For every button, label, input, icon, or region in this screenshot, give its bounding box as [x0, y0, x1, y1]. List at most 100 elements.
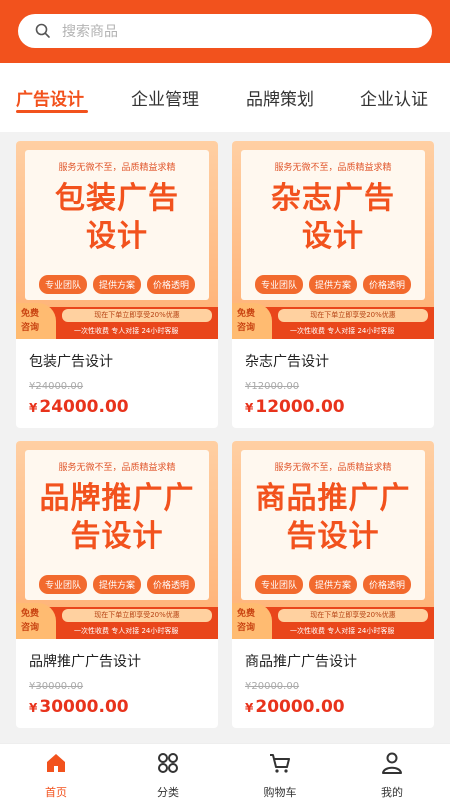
- sale-price-value: 24000.00: [39, 397, 129, 417]
- promo-text: 现在下单立即享受20%优惠: [278, 309, 428, 322]
- pill-plan: 提供方案: [92, 275, 141, 294]
- pill-plan: 提供方案: [308, 575, 357, 594]
- home-icon: [47, 754, 65, 772]
- tab-brand-planning[interactable]: 品牌策划: [246, 85, 314, 110]
- poster-title: 商品推广广 告设计: [241, 480, 425, 556]
- currency-symbol: ¥: [245, 701, 254, 715]
- pill-price: 价格透明: [147, 575, 196, 594]
- tab-enterprise-certification[interactable]: 企业认证: [360, 85, 428, 110]
- nav-profile-label: 我的: [381, 786, 403, 799]
- nav-cart-label: 购物车: [263, 786, 297, 799]
- category-icon: [158, 753, 178, 773]
- promo-text: 现在下单立即享受20%优惠: [278, 609, 428, 622]
- original-price: ¥24000.00: [29, 381, 84, 392]
- poster-title-line2: 告设计: [70, 519, 164, 554]
- service-text: 一次性收费 专人对接 24小时客服: [290, 627, 395, 635]
- poster-title-line2: 设计: [302, 219, 364, 254]
- consult-line1: 免费: [21, 309, 40, 319]
- poster-pills: 专业团队 提供方案 价格透明: [232, 275, 434, 294]
- consult-line2: 咨询: [21, 323, 40, 333]
- promo-text: 现在下单立即享受20%优惠: [62, 609, 212, 622]
- product-card[interactable]: 服务无微不至，品质精益求精 品牌推广广 告设计 专业团队 提供方案 价格透明 现…: [16, 441, 218, 728]
- poster-slogan: 服务无微不至，品质精益求精: [58, 463, 176, 473]
- header-bar: 搜索商品: [0, 0, 450, 63]
- pill-team: 专业团队: [38, 575, 87, 594]
- user-icon: [382, 752, 402, 774]
- pill-team: 专业团队: [254, 575, 303, 594]
- currency-symbol: ¥: [29, 401, 38, 415]
- poster-title-line1: 品牌推广广: [39, 481, 195, 516]
- sale-price: ¥30000.00: [29, 697, 129, 717]
- service-text: 一次性收费 专人对接 24小时客服: [74, 627, 179, 635]
- poster-pills: 专业团队 提供方案 价格透明: [16, 275, 218, 294]
- nav-home[interactable]: 首页: [0, 744, 112, 800]
- sale-price: ¥24000.00: [29, 397, 129, 417]
- original-price: ¥30000.00: [29, 681, 84, 692]
- product-name: 杂志广告设计: [245, 354, 329, 370]
- active-tab-indicator: [16, 110, 88, 113]
- product-name: 包装广告设计: [29, 354, 113, 370]
- poster-title-line1: 包装广告: [55, 181, 179, 216]
- free-consult-badge: 免费 咨询: [16, 603, 56, 639]
- poster-title-line2: 设计: [86, 219, 148, 254]
- poster-pills: 专业团队 提供方案 价格透明: [232, 575, 434, 594]
- consult-line2: 咨询: [237, 323, 256, 333]
- original-price: ¥12000.00: [245, 381, 300, 392]
- consult-line1: 免费: [237, 309, 256, 319]
- product-name: 商品推广广告设计: [245, 654, 357, 670]
- poster-title: 品牌推广广 告设计: [25, 480, 209, 556]
- free-consult-badge: 免费 咨询: [16, 303, 56, 339]
- product-card[interactable]: 服务无微不至，品质精益求精 杂志广告 设计 专业团队 提供方案 价格透明 现在下…: [232, 141, 434, 428]
- search-placeholder: 搜索商品: [62, 24, 118, 40]
- nav-home-label: 首页: [45, 786, 67, 799]
- consult-line1: 免费: [21, 609, 40, 619]
- product-poster: 服务无微不至，品质精益求精 商品推广广 告设计 专业团队 提供方案 价格透明 现…: [232, 441, 434, 639]
- pill-team: 专业团队: [38, 275, 87, 294]
- pill-price: 价格透明: [363, 575, 412, 594]
- poster-pills: 专业团队 提供方案 价格透明: [16, 575, 218, 594]
- poster-slogan: 服务无微不至，品质精益求精: [274, 163, 392, 173]
- sale-price: ¥12000.00: [245, 397, 345, 417]
- poster-title-line2: 告设计: [286, 519, 380, 554]
- promo-text: 现在下单立即享受20%优惠: [62, 309, 212, 322]
- poster-slogan: 服务无微不至，品质精益求精: [58, 163, 176, 173]
- service-text: 一次性收费 专人对接 24小时客服: [290, 327, 395, 335]
- product-poster: 服务无微不至，品质精益求精 品牌推广广 告设计 专业团队 提供方案 价格透明 现…: [16, 441, 218, 639]
- poster-title-line1: 杂志广告: [271, 181, 395, 216]
- consult-line2: 咨询: [237, 623, 256, 633]
- nav-category[interactable]: 分类: [112, 744, 224, 800]
- nav-category-label: 分类: [157, 786, 179, 799]
- search-input[interactable]: 搜索商品: [18, 14, 432, 48]
- sale-price: ¥20000.00: [245, 697, 345, 717]
- poster-title: 包装广告 设计: [25, 180, 209, 256]
- cart-icon: [270, 754, 290, 773]
- category-tabs: 广告设计 企业管理 品牌策划 企业认证: [0, 63, 450, 132]
- free-consult-badge: 免费 咨询: [232, 303, 272, 339]
- original-price: ¥20000.00: [245, 681, 300, 692]
- product-card[interactable]: 服务无微不至，品质精益求精 包装广告 设计 专业团队 提供方案 价格透明 现在下…: [16, 141, 218, 428]
- free-consult-badge: 免费 咨询: [232, 603, 272, 639]
- consult-line2: 咨询: [21, 623, 40, 633]
- pill-price: 价格透明: [363, 275, 412, 294]
- poster-title-line1: 商品推广广: [255, 481, 411, 516]
- consult-line1: 免费: [237, 609, 256, 619]
- pill-plan: 提供方案: [308, 275, 357, 294]
- currency-symbol: ¥: [29, 701, 38, 715]
- nav-cart[interactable]: 购物车: [224, 744, 336, 800]
- product-card[interactable]: 服务无微不至，品质精益求精 商品推广广 告设计 专业团队 提供方案 价格透明 现…: [232, 441, 434, 728]
- nav-profile[interactable]: 我的: [336, 744, 448, 800]
- poster-slogan: 服务无微不至，品质精益求精: [274, 463, 392, 473]
- product-poster: 服务无微不至，品质精益求精 杂志广告 设计 专业团队 提供方案 价格透明 现在下…: [232, 141, 434, 339]
- sale-price-value: 30000.00: [39, 697, 129, 717]
- service-text: 一次性收费 专人对接 24小时客服: [74, 327, 179, 335]
- search-icon: [35, 23, 50, 38]
- tab-ad-design[interactable]: 广告设计: [16, 85, 84, 110]
- sale-price-value: 20000.00: [255, 697, 345, 717]
- currency-symbol: ¥: [245, 401, 254, 415]
- product-poster: 服务无微不至，品质精益求精 包装广告 设计 专业团队 提供方案 价格透明 现在下…: [16, 141, 218, 339]
- sale-price-value: 12000.00: [255, 397, 345, 417]
- tab-enterprise-management[interactable]: 企业管理: [131, 85, 199, 110]
- pill-team: 专业团队: [254, 275, 303, 294]
- product-name: 品牌推广广告设计: [29, 654, 141, 670]
- poster-title: 杂志广告 设计: [241, 180, 425, 256]
